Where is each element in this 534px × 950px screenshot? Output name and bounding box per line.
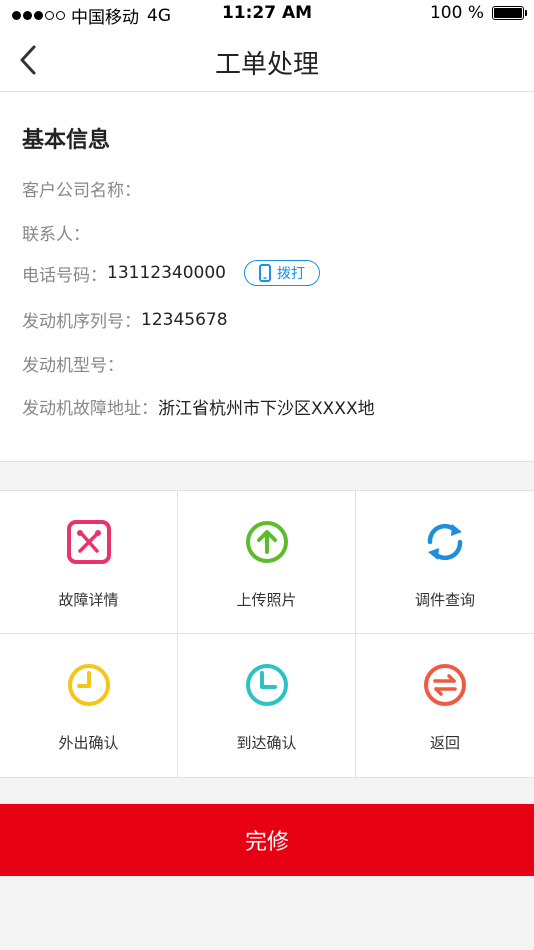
battery-icon (492, 6, 527, 20)
info-row-engine-model: 发动机型号： (22, 351, 124, 376)
info-value: 浙江省杭州市下沙区XXXX地 (158, 399, 375, 419)
info-row-engine-serial: 发动机序列号： 12345678 (22, 307, 228, 333)
status-right: 100 % (429, 3, 527, 23)
info-label: 客户公司名称： (22, 181, 141, 201)
section-title: 基本信息 (22, 128, 111, 153)
action-label: 到达确认 (236, 734, 297, 752)
action-label: 故障详情 (58, 591, 119, 609)
page-title: 工单处理 (214, 50, 319, 80)
info-row-fault-address: 发动机故障地址： 浙江省杭州市下沙区XXXX地 (22, 394, 375, 419)
info-value: 12345678 (141, 309, 228, 330)
tools-icon (67, 520, 111, 564)
upload-arrow-icon (246, 521, 288, 563)
info-label: 发动机型号： (22, 356, 124, 376)
info-label: 发动机序列号： (22, 312, 141, 332)
swap-arrows-icon (424, 664, 466, 706)
action-fault-details[interactable]: 故障详情 (0, 491, 178, 634)
info-row-phone: 电话号码： 13112340000 拨打 (22, 260, 320, 286)
call-button[interactable]: 拨打 (243, 260, 320, 286)
basic-info-section: 基本信息 客户公司名称： 联系人： 电话号码： 13112340000 拨打 发… (0, 92, 534, 462)
phone-number[interactable]: 13112340000 (107, 263, 226, 283)
phone-icon (258, 264, 271, 282)
action-outbound-confirm[interactable]: 外出确认 (0, 634, 178, 777)
action-label: 返回 (429, 734, 460, 752)
navigation-bar: 工单处理 (0, 28, 534, 92)
call-button-label: 拨打 (276, 266, 305, 282)
info-row-contact: 联系人： (22, 220, 90, 245)
action-label: 调件查询 (414, 591, 475, 609)
action-parts-query[interactable]: 调件查询 (356, 491, 534, 634)
info-label: 电话号码： (22, 265, 107, 286)
action-label: 外出确认 (58, 734, 119, 752)
complete-button[interactable]: 完修 (0, 804, 534, 876)
action-upload-photo[interactable]: 上传照片 (178, 491, 356, 634)
battery-percent: 100 % (429, 3, 484, 23)
info-row-company: 客户公司名称： (22, 176, 141, 201)
action-label: 上传照片 (236, 591, 297, 609)
info-label: 联系人： (22, 225, 90, 245)
refresh-icon (427, 523, 463, 561)
clock-icon (246, 664, 288, 706)
action-return[interactable]: 返回 (356, 634, 534, 777)
info-label: 发动机故障地址： (22, 399, 158, 419)
clock-icon (68, 664, 110, 706)
action-grid: 故障详情 上传照片 调件查询 外出确认 到达确认 返回 (0, 490, 534, 778)
action-arrival-confirm[interactable]: 到达确认 (178, 634, 356, 777)
status-bar: 中国移动 4G 11:27 AM 100 % (0, 0, 534, 28)
